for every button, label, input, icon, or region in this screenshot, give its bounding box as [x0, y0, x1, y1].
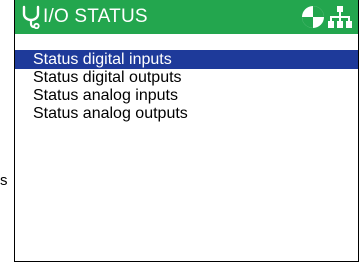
title-bar: I/O STATUS — [15, 0, 358, 34]
network-icon — [328, 5, 352, 29]
menu-item-status-digital-inputs[interactable]: Status digital inputs — [15, 50, 358, 69]
stethoscope-icon — [19, 5, 43, 30]
io-status-menu: Status digital inputs Status digital out… — [15, 50, 358, 123]
status-icons — [301, 4, 352, 30]
maintenance-indicator-icon — [301, 5, 325, 29]
menu-item-status-analog-inputs[interactable]: Status analog inputs — [15, 87, 358, 105]
menu-item-status-digital-outputs[interactable]: Status digital outputs — [15, 69, 358, 87]
page-title: I/O STATUS — [43, 6, 148, 27]
menu-item-status-analog-outputs[interactable]: Status analog outputs — [15, 105, 358, 123]
hmi-screen: I/O STATUS Status digital inputs Status … — [14, 0, 359, 262]
stray-edge-character: s — [0, 172, 8, 189]
